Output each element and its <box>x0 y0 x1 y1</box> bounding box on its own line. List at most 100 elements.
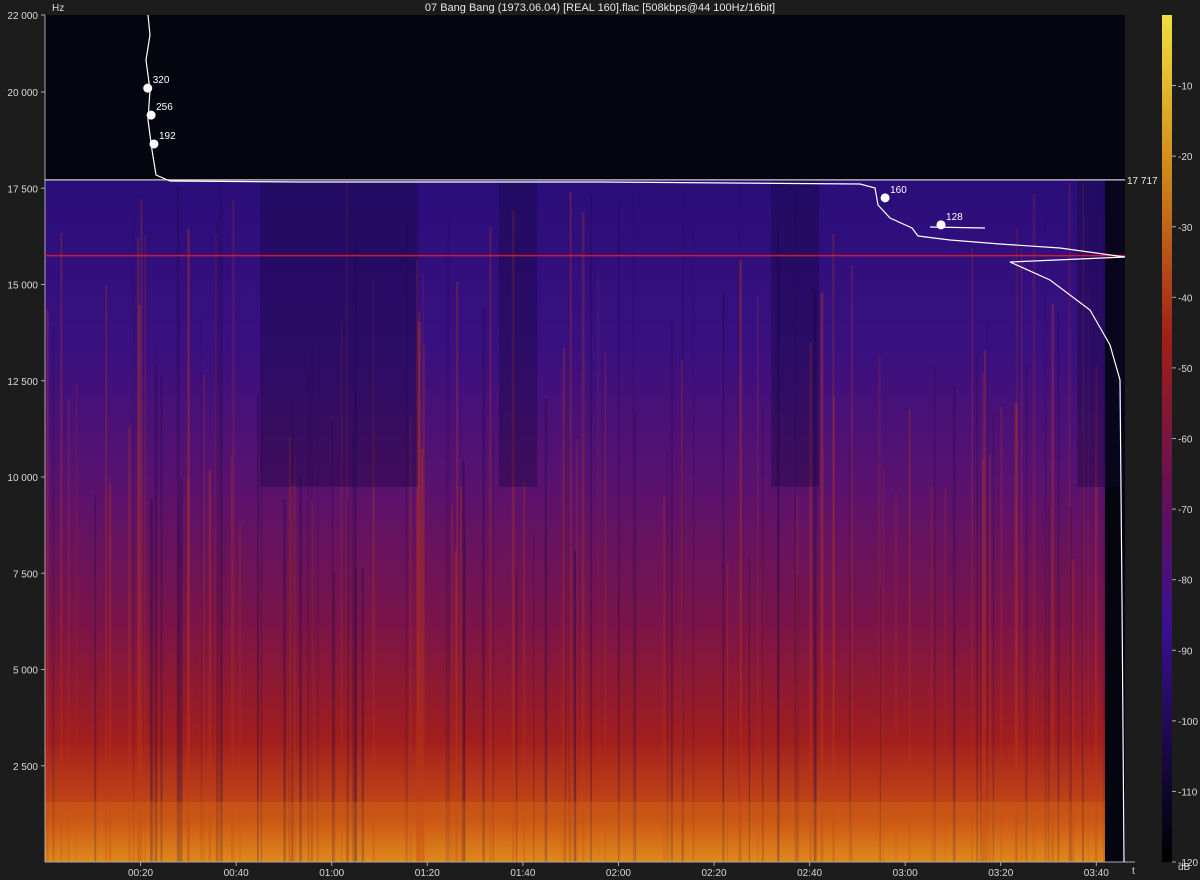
x-tick-label: 01:20 <box>415 868 440 879</box>
spectrum-streak <box>138 304 141 862</box>
x-tick-label: 03:20 <box>988 868 1013 879</box>
spectrogram-chart: 2 500 5 000 7 500 10 000 12 500 15 000 17 500 2… <box>7 11 1198 879</box>
cutoff-label: 17 717 <box>1127 176 1158 187</box>
colorbar-tick-label: -120 <box>1178 858 1198 869</box>
colorbar-tick-label: -30 <box>1178 223 1193 234</box>
spectrum-streak <box>1094 449 1097 862</box>
spectrum-streak <box>492 434 494 862</box>
spectrum-streak <box>294 454 296 862</box>
y-tick-label: 10 000 <box>7 473 38 484</box>
spectrum-streak <box>563 347 565 862</box>
colorbar-tick-label: -100 <box>1178 717 1198 728</box>
spectrum-streak <box>849 447 851 862</box>
x-tick-label: 03:00 <box>893 868 918 879</box>
spectrum-streak <box>1020 248 1023 862</box>
spectrum-streak <box>762 402 764 862</box>
bitrate-marker-dot <box>880 193 890 203</box>
spectrum-streak <box>992 412 994 862</box>
x-tick-label: 01:00 <box>319 868 344 879</box>
colorbar-tick-label: -80 <box>1178 576 1193 587</box>
spectrum-streak <box>933 364 936 862</box>
x-tick-label: 01:40 <box>510 868 535 879</box>
spectrum-streak <box>456 282 458 863</box>
spectrum-streak <box>569 191 572 862</box>
spectrum-streak <box>489 226 492 862</box>
spectrum-streak <box>202 375 206 862</box>
spectrum-streak <box>187 228 190 863</box>
spectrum-streak <box>46 309 49 863</box>
spectrum-streak <box>422 345 426 863</box>
spectrum-streak <box>260 433 263 862</box>
spectrum-streak <box>332 421 334 862</box>
spectrum-streak <box>971 248 973 863</box>
spectrum-streak <box>1051 304 1054 863</box>
bitrate-marker-dot <box>143 83 153 93</box>
spectrum-streak <box>832 395 835 862</box>
spectrum-streak <box>132 207 135 862</box>
colorbar-tick-label: -10 <box>1178 82 1193 93</box>
spectrum-streak <box>257 395 259 862</box>
spectrum-streak <box>981 458 985 862</box>
x-tick-label: 00:40 <box>224 868 249 879</box>
spectrum-streak <box>176 186 180 863</box>
y-tick-label: 7 500 <box>13 569 38 580</box>
spectrum-quiet-region <box>498 179 538 487</box>
colorbar-tick-label: -60 <box>1178 435 1193 446</box>
spectrum-streak <box>952 386 956 862</box>
spectrum-quiet-region <box>1077 179 1125 487</box>
spectrum-streak <box>989 454 991 862</box>
spectrum-streak <box>448 216 450 862</box>
spectrum-streak <box>590 194 593 863</box>
spectrum-streak <box>288 436 292 862</box>
spectrum-streak <box>200 314 203 863</box>
spectrum-streak <box>681 191 684 863</box>
spectrum-streak <box>604 352 606 862</box>
spectrum-streak <box>581 212 585 862</box>
bitrate-marker-dot <box>936 220 946 230</box>
spectrum-streak <box>597 271 599 862</box>
y-tick-label: 2 500 <box>13 762 38 773</box>
spectrum-streak <box>221 240 223 862</box>
spectrum-streak <box>1068 183 1071 863</box>
x-tick-label: 00:20 <box>128 868 153 879</box>
spectrum-streak <box>1044 216 1047 862</box>
spectrum-streak <box>976 355 978 862</box>
spectrum-streak <box>67 399 70 862</box>
y-tick-label: 15 000 <box>7 281 38 292</box>
spectrum-streak <box>1015 227 1018 862</box>
y-tick-label: 20 000 <box>7 88 38 99</box>
spectrum-streak <box>544 399 548 862</box>
spectrum-streak <box>984 350 987 862</box>
colorbar-tick-label: -110 <box>1178 787 1198 798</box>
spectrum-streak <box>154 365 157 862</box>
bitrate-marker-dot <box>146 110 156 120</box>
x-tick-label: 02:20 <box>702 868 727 879</box>
spectrum-streak <box>230 455 233 862</box>
spectrum-streak <box>105 285 108 862</box>
x-tick-label: 02:00 <box>606 868 631 879</box>
spectrum-streak <box>561 367 563 862</box>
spectrum-streak <box>1057 312 1060 862</box>
spectrum-streak <box>739 259 742 862</box>
spectrum-streak <box>417 321 421 862</box>
spectrum-streak <box>52 327 55 863</box>
spectrum-streak <box>666 450 669 862</box>
spectrum-streak <box>634 412 636 862</box>
spectrum-streak <box>670 321 673 863</box>
spectrum-streak <box>317 433 319 862</box>
spectrum-streak <box>421 449 424 862</box>
spectrum-streak <box>140 199 143 862</box>
spectrum-streak <box>144 234 146 863</box>
spectrum-streak <box>722 289 725 863</box>
colorbar <box>1162 15 1172 862</box>
bitrate-marker-label: 192 <box>159 131 176 142</box>
bitrate-marker-label: 256 <box>156 102 173 113</box>
bitrate-marker-label: 160 <box>890 185 907 196</box>
bitrate-marker-dot <box>149 139 159 149</box>
x-tick-label: 03:40 <box>1084 868 1109 879</box>
spectrum-streak <box>692 228 695 862</box>
spectrum-streak <box>1025 364 1028 862</box>
spectrum-low-band <box>45 802 1105 862</box>
spectrum-streak <box>908 409 911 862</box>
spectrum-quiet-region <box>260 179 418 487</box>
